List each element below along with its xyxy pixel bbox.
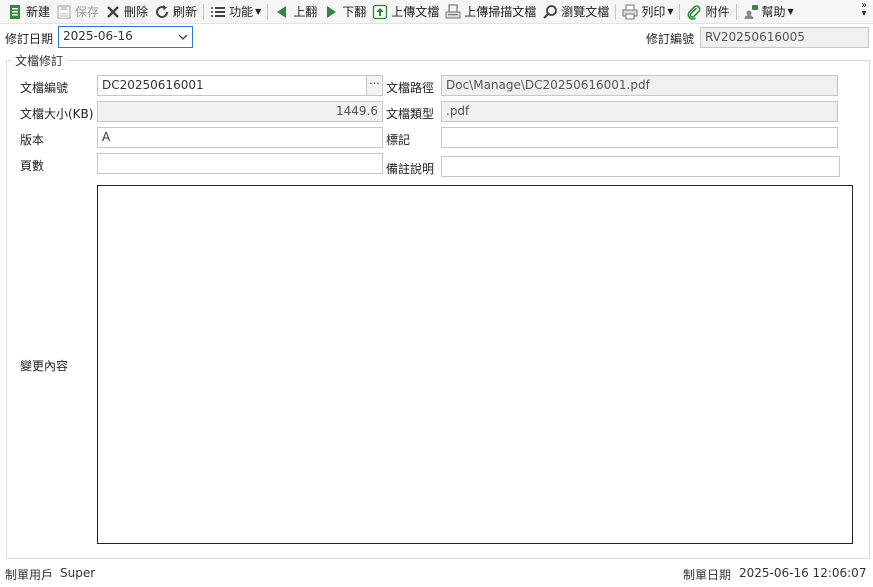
toolbar-overflow-icon[interactable]: » ▾ bbox=[859, 1, 869, 19]
upload-icon bbox=[373, 4, 388, 19]
caret-down-icon: ▼ bbox=[787, 7, 794, 16]
save-icon bbox=[57, 4, 71, 19]
doc-type-field[interactable]: .pdf bbox=[441, 101, 838, 122]
toolbar-separator bbox=[679, 3, 681, 20]
paperclip-icon bbox=[688, 4, 701, 20]
scanner-icon bbox=[445, 3, 461, 18]
toolbar-separator bbox=[735, 3, 737, 20]
change-content-textarea[interactable] bbox=[97, 185, 853, 544]
doc-type-label: 文檔類型 bbox=[386, 107, 435, 121]
help-label: 幫助 bbox=[761, 5, 786, 19]
doc-size-field[interactable]: 1449.6 bbox=[97, 101, 383, 122]
help-user-icon bbox=[744, 4, 758, 19]
functions-dropdown[interactable]: 功能 ▼ bbox=[207, 1, 264, 23]
list-icon bbox=[211, 6, 226, 17]
creator-value: Super bbox=[60, 566, 96, 580]
refresh-icon bbox=[156, 4, 169, 18]
save-label: 保存 bbox=[75, 5, 100, 19]
caret-down-icon: ▼ bbox=[255, 7, 262, 16]
doc-no-value: DC20250616001 bbox=[102, 78, 204, 92]
revision-date-label: 修訂日期 bbox=[5, 32, 54, 46]
triangle-left-icon bbox=[277, 5, 287, 18]
remark-field[interactable] bbox=[441, 156, 840, 177]
doc-path-label: 文檔路徑 bbox=[386, 81, 435, 95]
upload-scan-label: 上傳掃描文檔 bbox=[464, 5, 537, 19]
group-title: 文檔修訂 bbox=[12, 52, 67, 69]
revision-no-label: 修訂編號 bbox=[646, 32, 695, 46]
attachment-button[interactable]: 附件 bbox=[683, 1, 732, 23]
change-content-label: 變更內容 bbox=[20, 359, 69, 373]
refresh-button[interactable]: 刷新 bbox=[151, 1, 200, 23]
delete-button[interactable]: 刪除 bbox=[102, 1, 151, 23]
chevron-down-icon bbox=[178, 34, 188, 40]
revision-date-value: 2025-06-16 bbox=[63, 29, 133, 43]
upload-scan-button[interactable]: 上傳掃描文檔 bbox=[442, 1, 539, 23]
prev-label: 上翻 bbox=[293, 5, 318, 19]
toolbar: 新建 保存 刪除 刷新 功能 ▼ 上翻 下翻 上傳文檔 上傳掃描文檔 瀏覽文檔 bbox=[0, 0, 873, 24]
remark-label: 備註說明 bbox=[386, 162, 435, 176]
delete-label: 刪除 bbox=[124, 5, 149, 19]
attachment-label: 附件 bbox=[705, 5, 730, 19]
prev-button[interactable]: 上翻 bbox=[271, 1, 320, 23]
version-label: 版本 bbox=[20, 133, 45, 147]
doc-path-field[interactable]: Doc\Manage\DC20250616001.pdf bbox=[441, 75, 838, 96]
toolbar-separator bbox=[615, 3, 617, 20]
print-label: 列印 bbox=[641, 5, 666, 19]
new-label: 新建 bbox=[26, 5, 51, 19]
next-button[interactable]: 下翻 bbox=[320, 1, 369, 23]
new-button[interactable]: 新建 bbox=[4, 1, 53, 23]
toolbar-separator bbox=[203, 3, 205, 20]
printer-icon bbox=[622, 4, 638, 19]
doc-size-label: 文檔大小(KB) bbox=[20, 107, 94, 121]
doc-no-label: 文檔編號 bbox=[20, 81, 69, 95]
refresh-label: 刷新 bbox=[173, 5, 198, 19]
delete-x-icon bbox=[107, 5, 119, 18]
pages-field[interactable] bbox=[97, 153, 383, 174]
mark-field[interactable] bbox=[441, 127, 838, 148]
version-field[interactable]: A bbox=[97, 127, 383, 148]
revision-date-picker[interactable]: 2025-06-16 bbox=[58, 26, 193, 48]
upload-label: 上傳文檔 bbox=[391, 5, 440, 19]
browse-label: 瀏覽文檔 bbox=[561, 5, 610, 19]
print-dropdown[interactable]: 列印 ▼ bbox=[619, 1, 676, 23]
browse-doc-ellipsis-button[interactable]: ··· bbox=[366, 76, 382, 95]
creator-label: 制單用戶 bbox=[5, 568, 54, 582]
new-document-icon bbox=[10, 4, 20, 19]
pages-label: 頁數 bbox=[20, 159, 45, 173]
triangle-right-icon bbox=[327, 5, 337, 18]
mark-label: 標記 bbox=[386, 133, 411, 147]
upload-button[interactable]: 上傳文檔 bbox=[369, 1, 442, 23]
functions-label: 功能 bbox=[229, 5, 254, 19]
magnifier-icon bbox=[543, 4, 558, 19]
created-date-value: 2025-06-16 12:06:07 bbox=[739, 566, 867, 580]
revision-no-field[interactable]: RV20250616005 bbox=[700, 27, 869, 48]
help-dropdown[interactable]: 幫助 ▼ bbox=[740, 1, 797, 23]
save-button[interactable]: 保存 bbox=[53, 1, 102, 23]
caret-down-icon: ▼ bbox=[667, 7, 674, 16]
created-date-label: 制單日期 bbox=[683, 568, 732, 582]
doc-no-field[interactable]: DC20250616001 ··· bbox=[97, 75, 383, 96]
next-label: 下翻 bbox=[342, 5, 367, 19]
toolbar-separator bbox=[267, 3, 269, 20]
browse-button[interactable]: 瀏覽文檔 bbox=[539, 1, 612, 23]
